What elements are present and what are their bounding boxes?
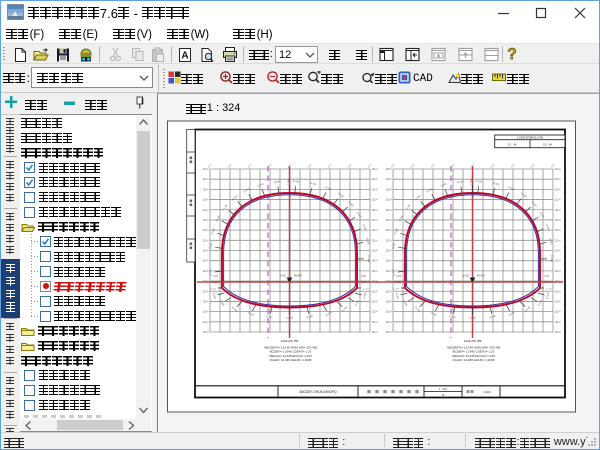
svg-text:123.4: 123.4 (555, 290, 562, 293)
svg-text:123.4: 123.4 (372, 260, 379, 263)
svg-text:FGHIJ= 12.345 GHIJK= 1.2345: FGHIJ= 12.345 GHIJK= 1.2345 (270, 358, 312, 362)
svg-text:123.4: 123.4 (203, 219, 210, 222)
svg-text:1.23: 1.23 (361, 276, 366, 278)
svg-text:123.4: 123.4 (386, 290, 393, 293)
svg-text:12.345: 12.345 (469, 318, 476, 320)
svg-text:1234+56.789: 1234+56.789 (281, 339, 299, 343)
svg-text:123.4: 123.4 (372, 229, 379, 232)
svg-text:123.4: 123.4 (203, 188, 210, 191)
svg-text:1.23: 1.23 (213, 276, 218, 278)
svg-text:FGHIJ= 12.345 GHIJK= 1.2345: FGHIJ= 12.345 GHIJK= 1.2345 (453, 358, 495, 362)
svg-text:123.4: 123.4 (555, 229, 562, 232)
svg-text:123.4: 123.4 (372, 290, 379, 293)
svg-text:123.4: 123.4 (386, 300, 393, 303)
svg-text:123.4: 123.4 (555, 219, 562, 222)
svg-text:12 - 34: 12 - 34 (543, 142, 552, 146)
svg-text:1-2345 56789 012-345: 1-2345 56789 012-345 (517, 136, 544, 140)
svg-text:45.678: 45.678 (477, 275, 485, 278)
svg-text:1234+56.789: 1234+56.789 (464, 339, 482, 343)
svg-text:12 - 34: 12 - 34 (508, 142, 517, 146)
svg-text:123.4: 123.4 (372, 300, 379, 303)
svg-text:1.23: 1.23 (544, 276, 549, 278)
svg-text:123.4: 123.4 (555, 209, 562, 212)
svg-text:123.4: 123.4 (386, 250, 393, 253)
svg-text:123.4: 123.4 (203, 260, 210, 263)
svg-text:123.4: 123.4 (372, 168, 379, 171)
svg-text:123.4: 123.4 (372, 209, 379, 212)
svg-text:123.4: 123.4 (372, 331, 379, 334)
svg-text:123.4: 123.4 (386, 209, 393, 212)
svg-text:A: A (181, 51, 188, 62)
svg-text:123.4: 123.4 (555, 168, 562, 171)
svg-text:123.4: 123.4 (386, 199, 393, 202)
svg-text:123.4: 123.4 (555, 331, 562, 334)
svg-text:123.4: 123.4 (386, 311, 393, 314)
svg-text:123.4: 123.4 (555, 239, 562, 242)
svg-text:123.4: 123.4 (386, 188, 393, 191)
svg-text:123.4: 123.4 (203, 239, 210, 242)
svg-text:12.345: 12.345 (367, 255, 369, 263)
svg-text:123.4: 123.4 (372, 199, 379, 202)
svg-text:1+1.0: 1+1.0 (546, 289, 552, 291)
svg-text:123.4: 123.4 (386, 331, 393, 334)
svg-text:12.345: 12.345 (550, 255, 552, 263)
svg-text:123.4: 123.4 (372, 178, 379, 181)
svg-text:1+1.0: 1+1.0 (393, 289, 399, 291)
svg-text:45.678: 45.678 (294, 275, 302, 278)
svg-text:123.4: 123.4 (555, 199, 562, 202)
svg-text:123.4: 123.4 (372, 270, 379, 273)
svg-text:123.4: 123.4 (203, 229, 210, 232)
svg-text:123.4: 123.4 (555, 321, 562, 324)
svg-text:12.345: 12.345 (286, 318, 293, 320)
svg-text:123.4: 123.4 (386, 178, 393, 181)
svg-text:123.4: 123.4 (555, 178, 562, 181)
svg-text:123.4: 123.4 (386, 229, 393, 232)
svg-text:1+23: 1+23 (463, 275, 469, 278)
svg-text:123.4: 123.4 (386, 260, 393, 263)
svg-text:123.4: 123.4 (203, 250, 210, 253)
svg-text:123.4: 123.4 (203, 311, 210, 314)
svg-text:?: ? (507, 46, 517, 63)
svg-text:123.4: 123.4 (203, 300, 210, 303)
svg-text:123.4: 123.4 (372, 311, 379, 314)
svg-text:123.4: 123.4 (372, 321, 379, 324)
svg-text:1.23: 1.23 (396, 276, 401, 278)
svg-text:123.4: 123.4 (386, 219, 393, 222)
svg-text:123.4: 123.4 (203, 321, 210, 324)
svg-text:123.4: 123.4 (555, 300, 562, 303)
svg-text:1.234: 1.234 (288, 178, 291, 185)
svg-text:123.4: 123.4 (386, 239, 393, 242)
svg-text:123.4: 123.4 (386, 270, 393, 273)
svg-text:1:324: 1:324 (483, 390, 491, 394)
svg-text:1+1.0: 1+1.0 (210, 289, 216, 291)
svg-text:123.4: 123.4 (203, 199, 210, 202)
svg-text:123.4: 123.4 (372, 239, 379, 242)
svg-text:123.4: 123.4 (555, 270, 562, 273)
svg-text:123.4: 123.4 (372, 219, 379, 222)
svg-text:123.4: 123.4 (372, 188, 379, 191)
svg-text:1 : 324: 1 : 324 (439, 388, 447, 391)
svg-text:123.4: 123.4 (203, 270, 210, 273)
svg-text:123.4: 123.4 (555, 311, 562, 314)
svg-text:123.4: 123.4 (555, 250, 562, 253)
svg-text:123.4: 123.4 (203, 331, 210, 334)
svg-text:1.234: 1.234 (471, 178, 474, 185)
svg-text:1+23: 1+23 (280, 275, 286, 278)
svg-text:123.4: 123.4 (203, 290, 210, 293)
svg-text:123.4: 123.4 (372, 250, 379, 253)
svg-text:ABCDEF-GHIJKLMNOPQ: ABCDEF-GHIJKLMNOPQ (299, 390, 337, 394)
svg-text:123.4: 123.4 (203, 209, 210, 212)
svg-text:123.4: 123.4 (386, 321, 393, 324)
svg-text:123.4: 123.4 (555, 260, 562, 263)
svg-text:123.4: 123.4 (555, 188, 562, 191)
svg-text:123.4: 123.4 (203, 178, 210, 181)
svg-text:1+1.0: 1+1.0 (363, 289, 369, 291)
